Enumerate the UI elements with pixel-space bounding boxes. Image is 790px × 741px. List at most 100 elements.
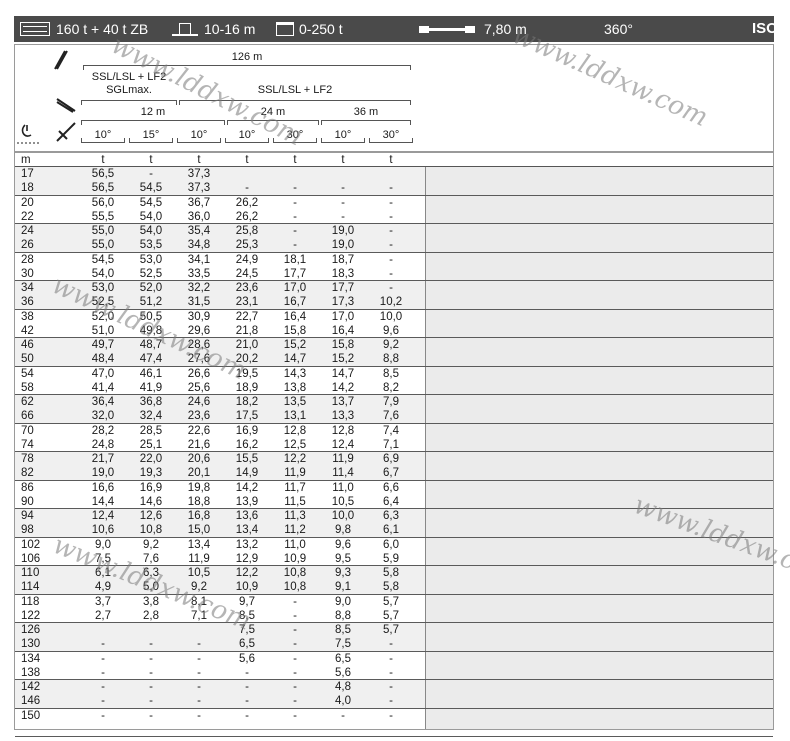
capacity-cell: 5,7 [383, 624, 399, 636]
capacity-cell: - [389, 709, 393, 722]
capacity-cell: 11,4 [332, 467, 354, 480]
capacity-cell: 10,9 [235, 581, 259, 594]
capacity-cell: 5,7 [383, 609, 399, 622]
jib-12m-bracket [81, 120, 225, 125]
radius-cell: 66 [21, 410, 34, 423]
capacity-cell: 50,5 [139, 310, 163, 323]
capacity-cell: 3,7 [95, 595, 111, 608]
capacity-cell: 21,7 [91, 453, 115, 465]
capacity-cell: 6,9 [383, 453, 399, 465]
capacity-cell: 16,7 [283, 296, 307, 309]
table-row: 106 7,5 7,6 11,9 12,9 10,9 9,5 5,9 [15, 552, 425, 566]
capacity-cell: 15,2 [331, 353, 355, 366]
capacity-cell: 53,5 [139, 239, 163, 252]
config-left-bracket [81, 100, 177, 105]
radius-cell: 22 [21, 210, 34, 223]
capacity-cell: 19,3 [139, 467, 163, 480]
capacity-cell: - [245, 681, 249, 693]
unit-header-row: m t t t t t t t [15, 153, 773, 167]
table-row: 20 56,0 54,5 36,7 26,2 - - - [15, 196, 425, 210]
capacity-cell: 28,5 [139, 424, 163, 437]
table-row: 114 4,9 5,0 9,2 10,9 10,8 9,1 5,8 [15, 580, 425, 594]
radius-cell: 34 [21, 282, 34, 294]
counterweight-value: 160 t + 40 t ZB [56, 21, 149, 37]
capacity-cell: 28,6 [187, 339, 211, 351]
capacity-cell: 5,8 [383, 581, 399, 594]
capacity-cell: - [245, 182, 249, 195]
config-right-label: SSL/LSL + LF2 [257, 84, 333, 96]
capacity-cell: 13,1 [283, 410, 307, 423]
capacity-cell: 17,0 [331, 310, 355, 323]
capacity-cell: - [293, 595, 297, 608]
capacity-cell: 55,0 [91, 225, 115, 237]
capacity-cell: 10,0 [331, 510, 355, 522]
table-row: 46 49,7 48,7 28,6 21,0 15,2 15,8 9,2 [15, 338, 425, 352]
radius-cell: 38 [21, 310, 34, 323]
capacity-cell: 4,9 [95, 581, 111, 594]
capacity-cell: 19,8 [187, 481, 211, 494]
capacity-cell: 54,5 [139, 182, 163, 195]
capacity-cell: 12,2 [235, 567, 259, 579]
table-row: 38 52,0 50,5 30,9 22,7 16,4 17,0 10,0 [15, 310, 425, 324]
capacity-cell: - [293, 666, 297, 679]
ballast-radius-icon [172, 23, 198, 36]
table-row: 24 55,0 54,0 35,4 25,8 - 19,0 - [15, 224, 425, 238]
capacity-cell: 18,8 [187, 495, 211, 508]
capacity-cell: 12,6 [139, 510, 163, 522]
capacity-cell: 37,3 [187, 168, 211, 180]
capacity-cell: 10,2 [379, 296, 403, 309]
ballast-weight-value: 0-250 t [299, 21, 343, 37]
angle-col-3: 10° [177, 129, 221, 143]
capacity-cell: 9,8 [335, 524, 351, 537]
capacity-cell: - [101, 695, 105, 708]
spec-bar: 160 t + 40 t ZB 10-16 m 0-250 t 7,80 m 3… [14, 16, 778, 42]
capacity-cell: - [293, 196, 297, 209]
capacity-cell: 10,8 [283, 567, 307, 579]
capacity-cell: - [197, 638, 201, 651]
capacity-cell: 15,2 [283, 339, 307, 351]
capacity-cell: 9,3 [335, 567, 351, 579]
jib-12m-label: 12 m [140, 106, 166, 118]
angle-col-1: 10° [81, 129, 125, 143]
capacity-cell: 24,9 [235, 253, 259, 266]
capacity-cell: 5,6 [239, 652, 255, 665]
capacity-cell: 9,2 [383, 339, 399, 351]
capacity-cell: 7,6 [143, 552, 159, 565]
capacity-cell: - [293, 652, 297, 665]
capacity-cell: 11,9 [332, 453, 354, 465]
table-row: 74 24,8 25,1 21,6 16,2 12,5 12,4 7,1 [15, 438, 425, 452]
table-row: 62 36,4 36,8 24,6 18,2 13,5 13,7 7,9 [15, 395, 425, 409]
capacity-cell: - [389, 225, 393, 237]
outrigger-icon [419, 26, 475, 33]
table-row: 54 47,0 46,1 26,6 19,5 14,3 14,7 8,5 [15, 367, 425, 381]
capacity-cell: 21,0 [235, 339, 259, 351]
table-row: 66 32,0 32,4 23,6 17,5 13,1 13,3 7,6 [15, 409, 425, 423]
table-row: 30 54,0 52,5 33,5 24,5 17,7 18,3 - [15, 267, 425, 281]
hook-radius-icon [17, 124, 39, 144]
unit-t: t [101, 154, 105, 166]
capacity-cell: 25,6 [187, 381, 211, 394]
capacity-cell: 25,8 [235, 225, 259, 237]
capacity-cell: 11,0 [332, 481, 354, 494]
radius-cell: 62 [21, 396, 34, 408]
unit-t: t [341, 154, 345, 166]
capacity-cell: - [293, 695, 297, 708]
capacity-cell: 16,4 [331, 324, 355, 337]
jib-24m-bracket [227, 120, 319, 125]
table-row: 142 - - - - - 4,8 - [15, 680, 425, 694]
capacity-cell: - [293, 210, 297, 223]
outrigger-base-value: 7,80 m [484, 21, 527, 37]
capacity-cell: 16,2 [235, 438, 259, 451]
ballast-radius-value: 10-16 m [204, 21, 256, 37]
capacity-cell: 17,5 [235, 410, 259, 423]
capacity-cell: 10,9 [283, 552, 307, 565]
capacity-cell: 12,4 [331, 438, 355, 451]
slewing-range-value: 360° [604, 21, 633, 37]
capacity-cell: 8,1 [191, 595, 207, 608]
capacity-cell: 14,2 [235, 481, 259, 494]
unit-t: t [245, 154, 249, 166]
capacity-cell: 29,6 [187, 324, 211, 337]
capacity-cell: - [389, 638, 393, 651]
capacity-cell: - [293, 609, 297, 622]
capacity-cell: - [389, 196, 393, 209]
